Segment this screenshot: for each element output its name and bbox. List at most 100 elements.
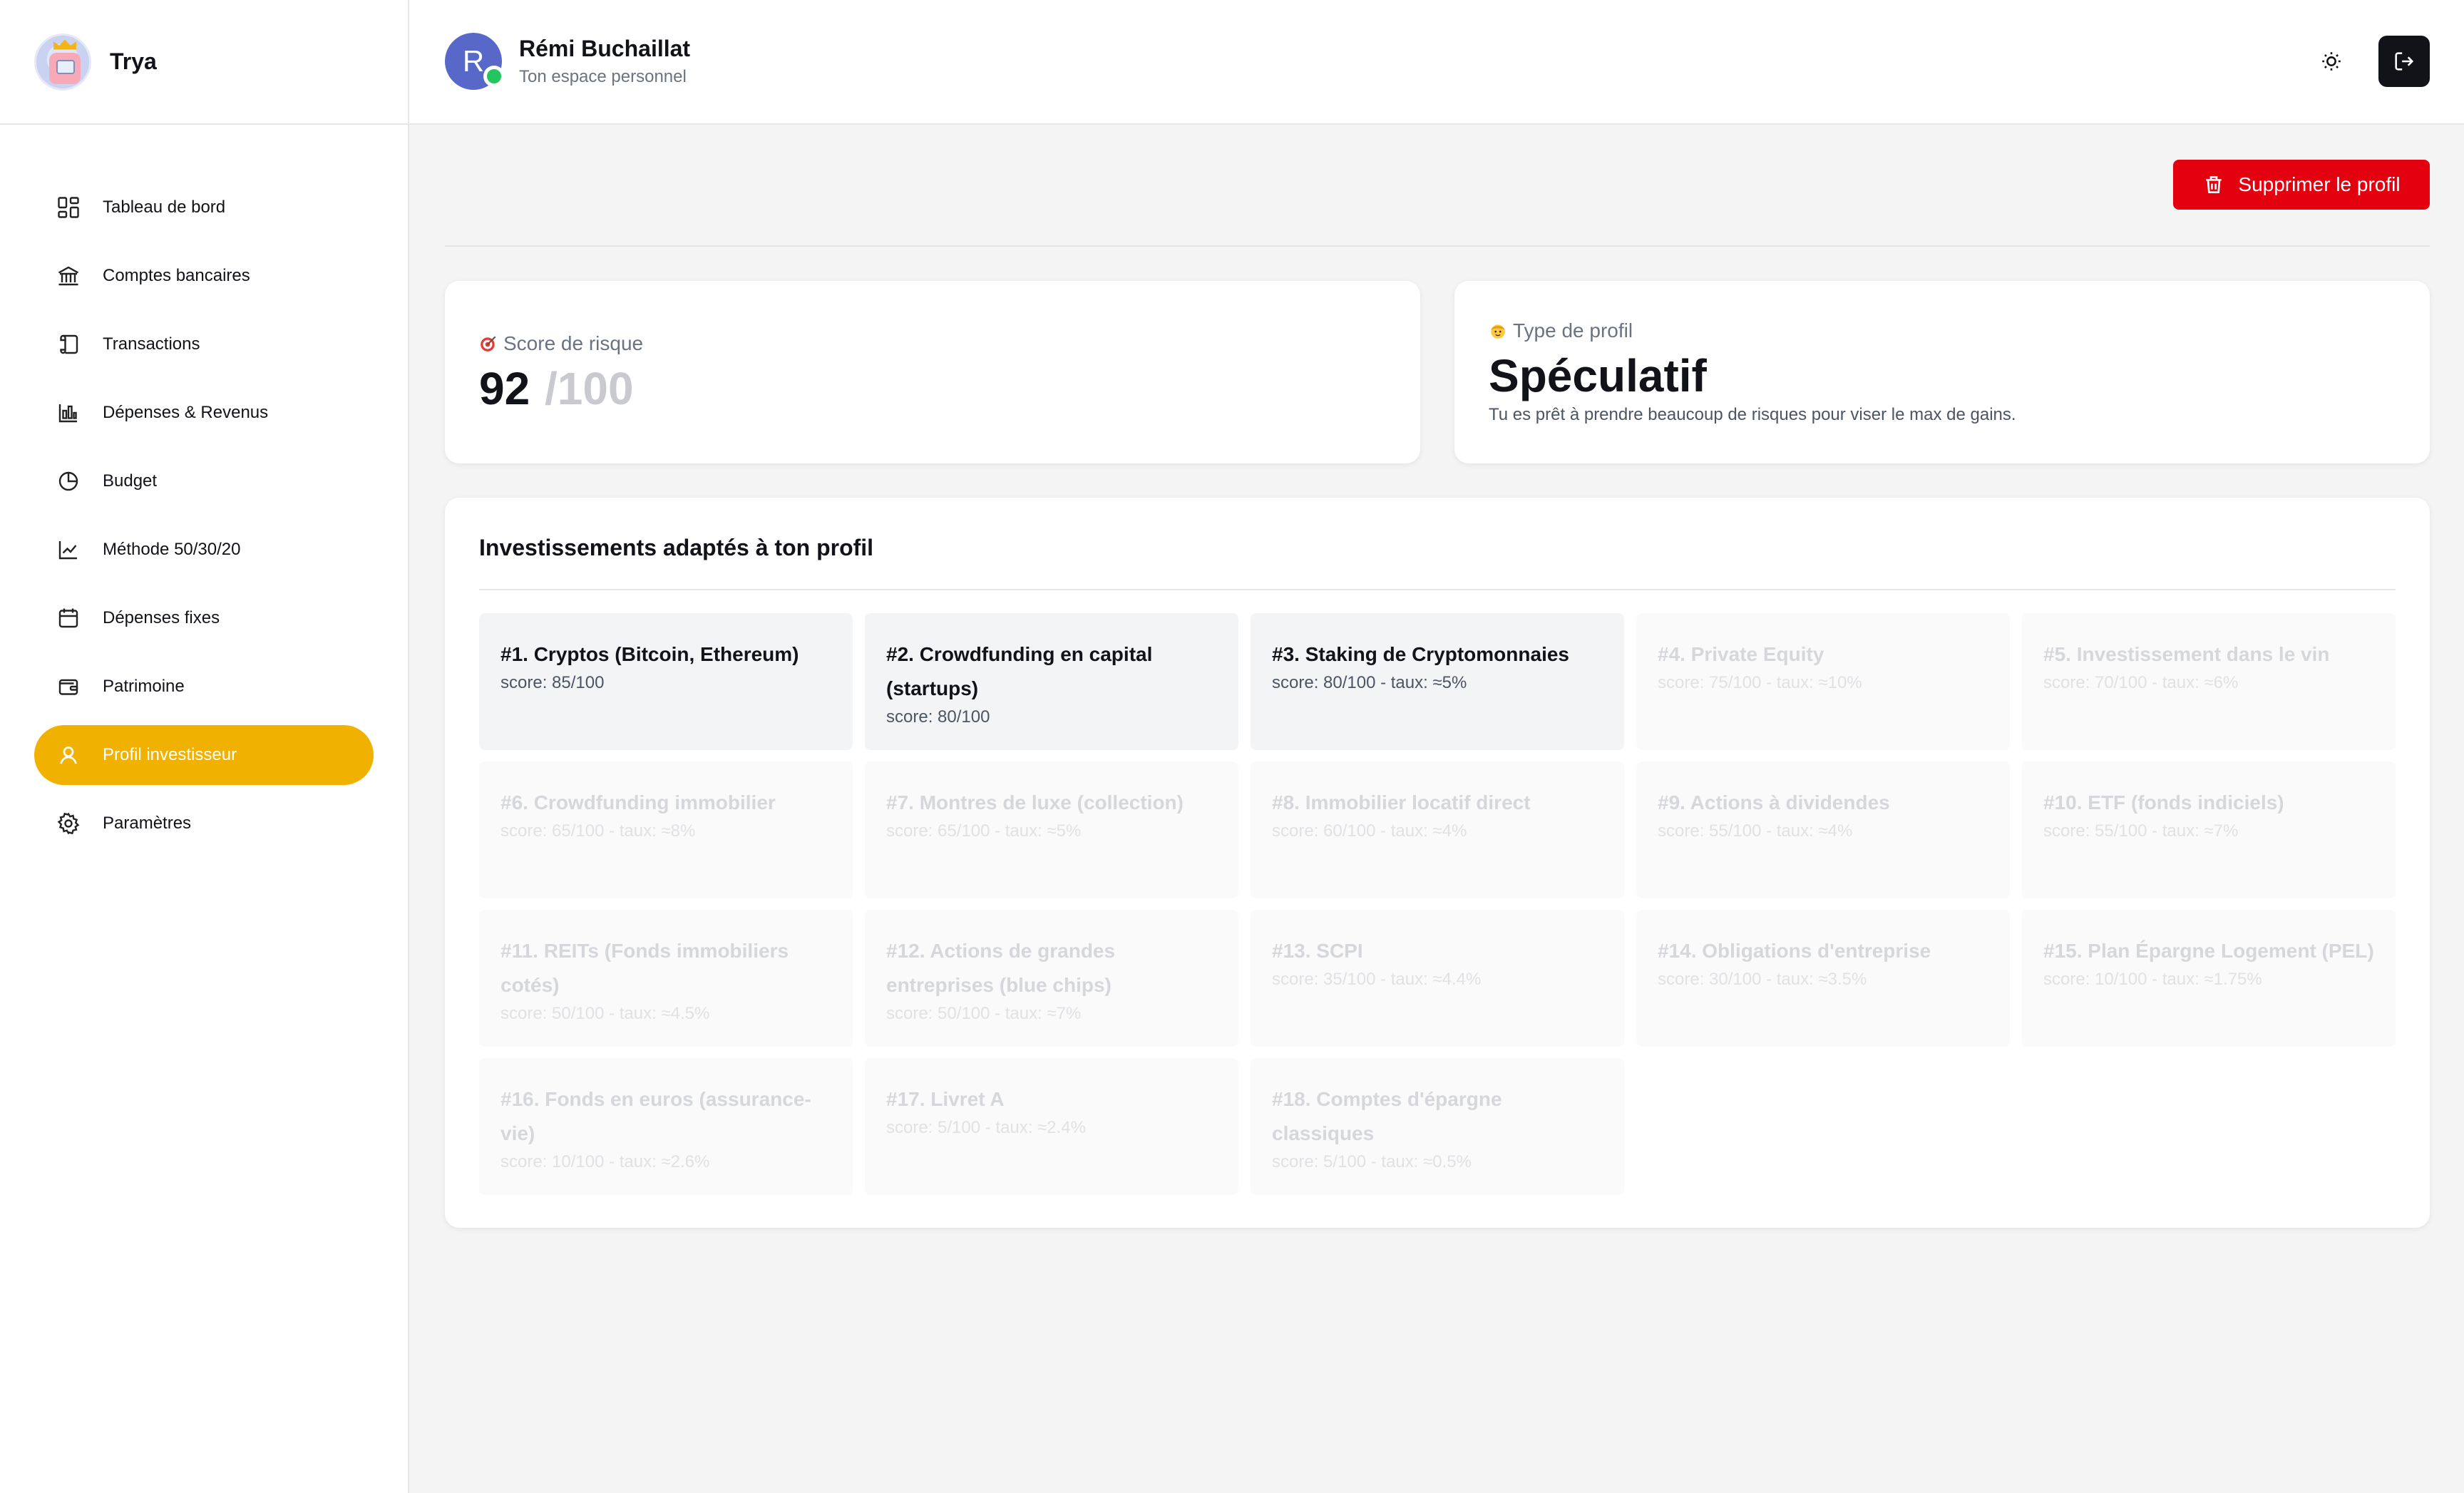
scroll-icon — [60, 334, 78, 354]
target-icon — [481, 336, 496, 352]
sidebar-item-depenses-revenus[interactable]: Dépenses & Revenus — [34, 383, 374, 443]
sidebar-item-comptes-bancaires[interactable]: Comptes bancaires — [34, 246, 374, 306]
investment-score: score: 70/100 - taux: ≈6% — [2043, 673, 2239, 692]
investments-grid: #1. Cryptos (Bitcoin, Ethereum) score: 85… — [479, 613, 2396, 1195]
user-name: Rémi Buchaillat — [519, 36, 691, 61]
sidebar-item-label: Dépenses & Revenus — [103, 403, 269, 422]
investment-item[interactable]: #2. Crowdfunding en capital (startups) sc… — [865, 613, 1238, 750]
top-header: R Rémi Buchaillat Ton espace personnel — [409, 0, 2464, 125]
investment-name: #6. Crowdfunding immobilier — [500, 791, 776, 814]
sidebar-item-label: Patrimoine — [103, 677, 185, 696]
investment-item[interactable]: #8. Immobilier locatif direct score: 60/1… — [1251, 761, 1624, 898]
investment-score: score: 80/100 - taux: ≈5% — [1272, 673, 1467, 692]
user-icon — [60, 747, 77, 764]
investment-score: score: 75/100 - taux: ≈10% — [1658, 673, 1862, 692]
sidebar-item-profil-investisseur[interactable]: Profil investisseur — [34, 725, 374, 785]
investment-item[interactable]: #15. Plan Épargne Logement (PEL) score: 1… — [2022, 910, 2396, 1047]
risk-score-max: /100 — [545, 363, 634, 414]
investment-score: score: 5/100 - taux: ≈2.4% — [886, 1118, 1086, 1137]
logout-button[interactable] — [2378, 36, 2430, 87]
user-subtitle: Ton espace personnel — [519, 67, 687, 86]
investment-name: #11. REITs (Fonds immobiliers cotés) — [500, 940, 789, 996]
investment-score: score: 30/100 - taux: ≈3.5% — [1658, 970, 1867, 989]
investment-name: #18. Comptes d'épargne classiques — [1272, 1088, 1502, 1144]
brand[interactable]: Trya — [0, 0, 408, 125]
investment-score: score: 35/100 - taux: ≈4.4% — [1272, 970, 1482, 989]
risk-score-card: Score de risque 92 /100 — [445, 281, 1420, 463]
sidebar-item-label: Paramètres — [103, 814, 192, 833]
pie-chart-icon — [58, 471, 78, 491]
divider — [479, 589, 2396, 590]
investment-item[interactable]: #4. Private Equity score: 75/100 - taux: … — [1636, 613, 2010, 750]
investment-score: score: 85/100 — [500, 673, 605, 692]
investment-item[interactable]: #12. Actions de grandes entreprises (blu… — [865, 910, 1238, 1047]
investment-name: #7. Montres de luxe (collection) — [886, 791, 1184, 814]
investment-item[interactable]: #18. Comptes d'épargne classiques score: … — [1251, 1058, 1624, 1195]
investment-name: #15. Plan Épargne Logement (PEL) — [2043, 940, 2374, 962]
investment-score: score: 50/100 - taux: ≈7% — [886, 1004, 1082, 1023]
investment-name: #17. Livret A — [886, 1088, 1005, 1110]
theme-toggle-button[interactable] — [2306, 36, 2357, 87]
investment-score: score: 80/100 — [886, 707, 990, 727]
risk-score-label: Score de risque — [479, 332, 643, 355]
investment-score: score: 10/100 - taux: ≈2.6% — [500, 1152, 710, 1171]
investment-name: #8. Immobilier locatif direct — [1272, 791, 1531, 814]
investment-score: score: 60/100 - taux: ≈4% — [1272, 821, 1467, 841]
sidebar-item-tableau-de-bord[interactable]: Tableau de bord — [34, 178, 374, 237]
profile-type-label-text: Type de profil — [1513, 319, 1633, 342]
delete-profile-label: Supprimer le profil — [2238, 173, 2401, 195]
sidebar-item-budget[interactable]: Budget — [34, 451, 374, 511]
trash-icon — [2206, 176, 2222, 193]
investment-item[interactable]: #1. Cryptos (Bitcoin, Ethereum) score: 85… — [479, 613, 853, 750]
profile-type-card: Type de profil Spéculatif Tu es prêt à p… — [1454, 281, 2430, 463]
investment-item[interactable]: #14. Obligations d'entreprise score: 30/1… — [1636, 910, 2010, 1047]
investment-name: #3. Staking de Cryptomonnaies — [1272, 643, 1569, 665]
investment-score: score: 65/100 - taux: ≈5% — [886, 821, 1082, 841]
investments-title: Investissements adaptés à ton profil — [479, 535, 874, 560]
online-status-dot — [483, 66, 505, 87]
risk-score-value: 92 — [479, 363, 530, 414]
profile-type-description: Tu es prêt à prendre beaucoup de risques… — [1489, 405, 2016, 424]
investment-item[interactable]: #6. Crowdfunding immobilier score: 65/100… — [479, 761, 853, 898]
investment-score: score: 5/100 - taux: ≈0.5% — [1272, 1152, 1472, 1171]
investment-item[interactable]: #5. Investissement dans le vin score: 70/… — [2022, 613, 2396, 750]
investment-item[interactable]: #16. Fonds en euros (assurance-vie) score… — [479, 1058, 853, 1195]
investment-name: #5. Investissement dans le vin — [2043, 643, 2330, 665]
sidebar-item-label: Dépenses fixes — [103, 608, 220, 627]
investment-name: #14. Obligations d'entreprise — [1658, 940, 1931, 962]
sidebar-item-label: Méthode 50/30/20 — [103, 540, 241, 559]
sun-icon — [2322, 52, 2341, 71]
gear-icon — [57, 812, 80, 835]
sidebar-item-methode-50-30-20[interactable]: Méthode 50/30/20 — [34, 520, 374, 580]
investment-score: score: 65/100 - taux: ≈8% — [500, 821, 696, 841]
investment-item[interactable]: #10. ETF (fonds indiciels) score: 55/100 … — [2022, 761, 2396, 898]
investment-score: score: 55/100 - taux: ≈7% — [2043, 821, 2239, 841]
delete-profile-button[interactable]: Supprimer le profil — [2173, 160, 2430, 210]
sidebar-item-depenses-fixes[interactable]: Dépenses fixes — [34, 588, 374, 648]
sidebar-item-patrimoine[interactable]: Patrimoine — [34, 657, 374, 717]
sidebar-item-parametres[interactable]: Paramètres — [34, 794, 374, 853]
line-chart-icon — [58, 541, 77, 560]
sidebar: Trya Tableau de bord Comptes bancaires T… — [0, 0, 409, 1493]
sidebar-item-transactions[interactable]: Transactions — [34, 314, 374, 374]
investment-name: #1. Cryptos (Bitcoin, Ethereum) — [500, 643, 799, 665]
investments-card: Investissements adaptés à ton profil #1.… — [445, 498, 2430, 1228]
profile-type-value: Spéculatif — [1489, 350, 1707, 401]
investment-name: #16. Fonds en euros (assurance-vie) — [500, 1088, 811, 1144]
investment-item[interactable]: #3. Staking de Cryptomonnaies score: 80/1… — [1251, 613, 1624, 750]
investment-item[interactable]: #7. Montres de luxe (collection) score: 6… — [865, 761, 1238, 898]
calendar-icon — [58, 608, 78, 628]
divider — [445, 245, 2430, 247]
investment-score: score: 50/100 - taux: ≈4.5% — [500, 1004, 710, 1023]
investment-item[interactable]: #17. Livret A score: 5/100 - taux: ≈2.4% — [865, 1058, 1238, 1195]
investment-name: #9. Actions à dividendes — [1658, 791, 1890, 814]
sidebar-item-label: Comptes bancaires — [103, 266, 250, 285]
dashboard-icon — [58, 197, 79, 218]
investment-name: #13. SCPI — [1272, 940, 1363, 962]
risk-score-label-text: Score de risque — [503, 332, 644, 354]
investment-item[interactable]: #9. Actions à dividendes score: 55/100 - … — [1636, 761, 2010, 898]
investment-item[interactable]: #13. SCPI score: 35/100 - taux: ≈4.4% — [1251, 910, 1624, 1047]
investment-name: #2. Crowdfunding en capital (startups) — [886, 643, 1153, 699]
investment-item[interactable]: #11. REITs (Fonds immobiliers cotés) scor… — [479, 910, 853, 1047]
sidebar-item-label: Transactions — [103, 334, 200, 354]
